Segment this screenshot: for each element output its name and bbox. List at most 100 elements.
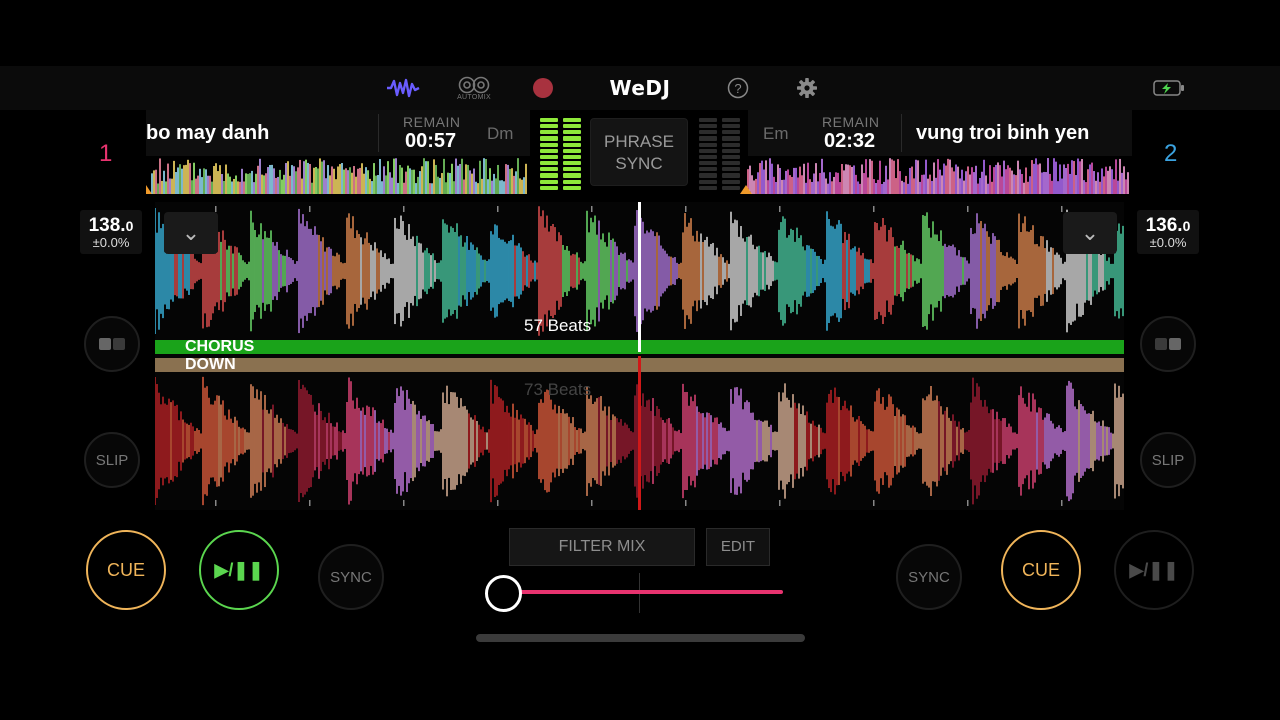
divider [378,114,379,152]
meter-segment [563,179,581,184]
record-button[interactable] [532,74,554,102]
deck-2-overview-waveform[interactable] [740,156,1132,194]
edit-button[interactable]: EDIT [706,528,770,566]
meter-segment [722,161,740,166]
chevron-down-icon: ⌄ [1080,220,1100,245]
meter-segment [722,185,740,190]
deck-1-view-toggle-button[interactable] [84,316,140,372]
beat-marker [215,206,217,212]
deck-2-cue-button[interactable]: CUE [1001,530,1081,610]
meter-segment [699,179,717,184]
deck-2-sync-label: SYNC [908,568,950,586]
deck-2-slip-button[interactable]: SLIP [1140,432,1196,488]
meter-segment [699,124,717,129]
meter-segment [540,167,558,172]
deck-2-collapse-button[interactable]: ⌄ [1063,212,1117,254]
deck-1-slip-button[interactable]: SLIP [84,432,140,488]
gear-icon [797,78,817,98]
deck-1-play-pause-label: ▶/❚❚ [214,559,264,580]
beat-marker [967,500,969,506]
beat-marker [497,206,499,212]
beat-marker [215,500,217,506]
deck-2-bpm-display[interactable]: 136.0 ±0.0% [1137,210,1199,254]
beat-marker [685,206,687,212]
beat-marker [685,500,687,506]
meter-segment [540,154,558,160]
phrase-down-label: DOWN [185,356,236,373]
meter-segment [540,173,558,178]
meter-segment [563,117,581,123]
beat-marker [1061,206,1063,212]
meter-segment [563,142,581,147]
meter-segment [563,148,581,153]
meter-segment [699,136,717,141]
deck-2-remain-time: 02:32 [824,130,876,152]
meter-segment [722,124,740,129]
deck-2-bpm: 136. [1145,215,1183,236]
record-icon [533,78,553,98]
meter-segment [540,136,558,141]
split-view-icon [1155,338,1181,350]
meter-segment [699,161,717,166]
svg-text:?: ? [734,81,741,96]
meter-segment [540,142,558,147]
deck-2-view-toggle-button[interactable] [1140,316,1196,372]
deck-1-sync-button[interactable]: SYNC [318,544,384,610]
deck-1-play-pause-button[interactable]: ▶/❚❚ [199,530,279,610]
deck-1-remain-label: REMAIN [403,114,461,130]
beat-marker [403,206,405,212]
meter-segment [540,117,558,123]
beat-marker [309,500,311,506]
automix-button[interactable]: AUTOMIX [454,74,494,102]
phrase-sync-line1: PHRASE [604,132,674,151]
divider [901,114,902,152]
crossfader-track[interactable] [504,590,783,594]
meter-segment [722,173,740,178]
meter-segment [699,117,717,123]
meter-segment [563,173,581,178]
deck-2-track-title: vung troi binh yen [916,122,1090,144]
meter-segment [563,154,581,160]
deck-2-playhead [638,356,641,510]
deck-1-collapse-button[interactable]: ⌄ [164,212,218,254]
battery-charging-icon [1152,74,1186,102]
meter-segment [722,179,740,184]
split-view-icon [99,338,125,350]
deck-2-key: Em [763,124,789,143]
deck-2-play-pause-button[interactable]: ▶/❚❚ [1114,530,1194,610]
deck-1-cue-button[interactable]: CUE [86,530,166,610]
phrase-sync-button[interactable]: PHRASE SYNC [590,118,688,186]
waveform-icon[interactable] [384,74,422,102]
beat-marker [497,500,499,506]
help-button[interactable]: ? [726,74,750,102]
beat-marker [403,500,405,506]
meter-segment [722,154,740,160]
help-icon: ? [727,77,749,99]
beat-marker [1061,500,1063,506]
meter-segment [699,148,717,153]
app-logo: WeDJ [609,76,671,100]
crossfader-knob[interactable] [485,575,522,612]
edit-label: EDIT [720,538,756,555]
deck-2-sync-button[interactable]: SYNC [896,544,962,610]
beat-marker [591,206,593,212]
meter-segment [722,130,740,135]
meter-segment [722,142,740,147]
deck-1-slip-label: SLIP [95,451,129,469]
deck-2-remain-label: REMAIN [822,114,880,130]
filter-mix-button[interactable]: FILTER MIX [509,528,695,566]
deck-1-overview-waveform[interactable] [146,156,530,194]
filter-mix-label: FILTER MIX [558,538,646,555]
deck-2-pitch: ±0.0% [1149,235,1187,250]
meter-segment [699,185,717,190]
meter-segment [722,148,740,153]
meter-segment [540,124,558,129]
deck-2-number: 2 [1164,140,1178,167]
deck-1-bpm: 138. [88,215,126,236]
meter-segment [563,167,581,172]
deck-1-track-title: bo may danh [146,122,270,144]
meter-segment [699,154,717,160]
phrase-sync-line2: SYNC [615,154,663,173]
settings-button[interactable] [795,74,819,102]
deck-1-bpm-display[interactable]: 138.0 ±0.0% [80,210,142,254]
